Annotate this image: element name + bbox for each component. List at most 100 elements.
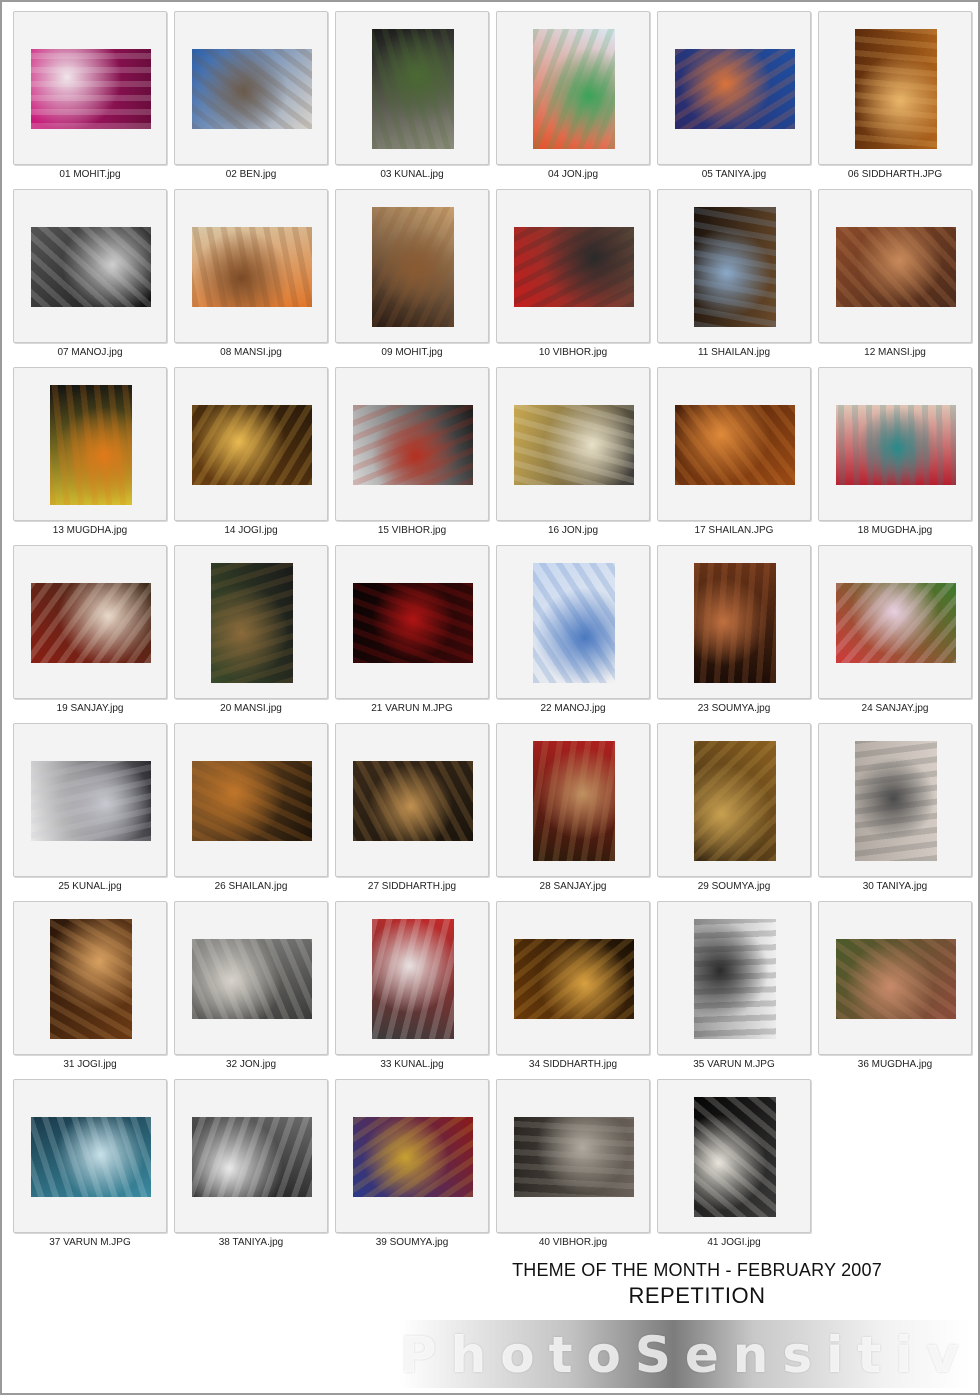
thumbnail-item[interactable]: 26 SHAILAN.jpg	[174, 723, 328, 901]
thumbnail-photo[interactable]	[836, 583, 956, 663]
thumbnail-photo[interactable]	[694, 741, 776, 861]
thumbnail-tile[interactable]	[818, 901, 972, 1055]
thumbnail-photo[interactable]	[533, 29, 615, 149]
thumbnail-tile[interactable]	[335, 901, 489, 1055]
thumbnail-photo[interactable]	[533, 563, 615, 683]
thumbnail-tile[interactable]	[13, 11, 167, 165]
thumbnail-tile[interactable]	[657, 723, 811, 877]
thumbnail-item[interactable]: 14 JOGI.jpg	[174, 367, 328, 545]
thumbnail-tile[interactable]	[496, 11, 650, 165]
thumbnail-item[interactable]: 39 SOUMYA.jpg	[335, 1079, 489, 1257]
thumbnail-tile[interactable]	[335, 367, 489, 521]
thumbnail-photo[interactable]	[694, 919, 776, 1039]
thumbnail-item[interactable]: 31 JOGI.jpg	[13, 901, 167, 1079]
thumbnail-item[interactable]: 34 SIDDHARTH.jpg	[496, 901, 650, 1079]
thumbnail-item[interactable]: 17 SHAILAN.JPG	[657, 367, 811, 545]
thumbnail-tile[interactable]	[13, 367, 167, 521]
thumbnail-item[interactable]: 03 KUNAL.jpg	[335, 11, 489, 189]
thumbnail-item[interactable]: 28 SANJAY.jpg	[496, 723, 650, 901]
thumbnail-photo[interactable]	[836, 939, 956, 1019]
thumbnail-photo[interactable]	[514, 227, 634, 307]
thumbnail-item[interactable]: 10 VIBHOR.jpg	[496, 189, 650, 367]
thumbnail-photo[interactable]	[211, 563, 293, 683]
thumbnail-tile[interactable]	[818, 545, 972, 699]
thumbnail-item[interactable]: 05 TANIYA.jpg	[657, 11, 811, 189]
thumbnail-item[interactable]: 38 TANIYA.jpg	[174, 1079, 328, 1257]
thumbnail-tile[interactable]	[335, 545, 489, 699]
thumbnail-item[interactable]: 18 MUGDHA.jpg	[818, 367, 972, 545]
thumbnail-tile[interactable]	[174, 901, 328, 1055]
thumbnail-tile[interactable]	[496, 1079, 650, 1233]
thumbnail-item[interactable]: 01 MOHIT.jpg	[13, 11, 167, 189]
thumbnail-tile[interactable]	[13, 1079, 167, 1233]
thumbnail-item[interactable]: 29 SOUMYA.jpg	[657, 723, 811, 901]
thumbnail-item[interactable]: 12 MANSI.jpg	[818, 189, 972, 367]
thumbnail-photo[interactable]	[353, 761, 473, 841]
thumbnail-photo[interactable]	[50, 385, 132, 505]
thumbnail-tile[interactable]	[657, 367, 811, 521]
thumbnail-item[interactable]: 04 JON.jpg	[496, 11, 650, 189]
thumbnail-item[interactable]: 32 JON.jpg	[174, 901, 328, 1079]
thumbnail-photo[interactable]	[514, 405, 634, 485]
thumbnail-item[interactable]: 08 MANSI.jpg	[174, 189, 328, 367]
thumbnail-item[interactable]: 09 MOHIT.jpg	[335, 189, 489, 367]
thumbnail-item[interactable]: 41 JOGI.jpg	[657, 1079, 811, 1257]
thumbnail-item[interactable]: 15 VIBHOR.jpg	[335, 367, 489, 545]
thumbnail-photo[interactable]	[372, 919, 454, 1039]
thumbnail-tile[interactable]	[818, 11, 972, 165]
thumbnail-tile[interactable]	[13, 189, 167, 343]
thumbnail-tile[interactable]	[818, 189, 972, 343]
thumbnail-item[interactable]: 20 MANSI.jpg	[174, 545, 328, 723]
thumbnail-item[interactable]: 13 MUGDHA.jpg	[13, 367, 167, 545]
thumbnail-item[interactable]: 23 SOUMYA.jpg	[657, 545, 811, 723]
thumbnail-item[interactable]: 02 BEN.jpg	[174, 11, 328, 189]
thumbnail-photo[interactable]	[353, 1117, 473, 1197]
thumbnail-photo[interactable]	[836, 405, 956, 485]
thumbnail-item[interactable]: 11 SHAILAN.jpg	[657, 189, 811, 367]
thumbnail-item[interactable]: 33 KUNAL.jpg	[335, 901, 489, 1079]
thumbnail-photo[interactable]	[855, 741, 937, 861]
thumbnail-photo[interactable]	[372, 207, 454, 327]
thumbnail-tile[interactable]	[13, 723, 167, 877]
thumbnail-tile[interactable]	[818, 723, 972, 877]
thumbnail-photo[interactable]	[31, 1117, 151, 1197]
thumbnail-tile[interactable]	[174, 11, 328, 165]
thumbnail-photo[interactable]	[192, 405, 312, 485]
thumbnail-tile[interactable]	[174, 367, 328, 521]
thumbnail-item[interactable]: 25 KUNAL.jpg	[13, 723, 167, 901]
thumbnail-tile[interactable]	[174, 1079, 328, 1233]
thumbnail-tile[interactable]	[657, 189, 811, 343]
thumbnail-photo[interactable]	[31, 49, 151, 129]
thumbnail-tile[interactable]	[657, 901, 811, 1055]
thumbnail-tile[interactable]	[496, 545, 650, 699]
thumbnail-photo[interactable]	[836, 227, 956, 307]
thumbnail-tile[interactable]	[174, 723, 328, 877]
thumbnail-item[interactable]: 37 VARUN M.JPG	[13, 1079, 167, 1257]
thumbnail-item[interactable]: 24 SANJAY.jpg	[818, 545, 972, 723]
thumbnail-tile[interactable]	[174, 545, 328, 699]
thumbnail-item[interactable]: 27 SIDDHARTH.jpg	[335, 723, 489, 901]
thumbnail-item[interactable]: 22 MANOJ.jpg	[496, 545, 650, 723]
thumbnail-photo[interactable]	[855, 29, 937, 149]
thumbnail-photo[interactable]	[694, 563, 776, 683]
thumbnail-photo[interactable]	[192, 227, 312, 307]
thumbnail-item[interactable]: 21 VARUN M.JPG	[335, 545, 489, 723]
thumbnail-photo[interactable]	[694, 1097, 776, 1217]
thumbnail-photo[interactable]	[675, 49, 795, 129]
thumbnail-tile[interactable]	[174, 189, 328, 343]
thumbnail-photo[interactable]	[192, 49, 312, 129]
thumbnail-item[interactable]: 19 SANJAY.jpg	[13, 545, 167, 723]
thumbnail-photo[interactable]	[192, 1117, 312, 1197]
thumbnail-photo[interactable]	[31, 761, 151, 841]
thumbnail-tile[interactable]	[496, 901, 650, 1055]
thumbnail-tile[interactable]	[335, 189, 489, 343]
thumbnail-item[interactable]: 40 VIBHOR.jpg	[496, 1079, 650, 1257]
thumbnail-photo[interactable]	[353, 405, 473, 485]
thumbnail-tile[interactable]	[657, 11, 811, 165]
thumbnail-tile[interactable]	[818, 367, 972, 521]
thumbnail-tile[interactable]	[13, 545, 167, 699]
thumbnail-item[interactable]: 07 MANOJ.jpg	[13, 189, 167, 367]
thumbnail-tile[interactable]	[496, 723, 650, 877]
thumbnail-photo[interactable]	[50, 919, 132, 1039]
thumbnail-tile[interactable]	[496, 189, 650, 343]
